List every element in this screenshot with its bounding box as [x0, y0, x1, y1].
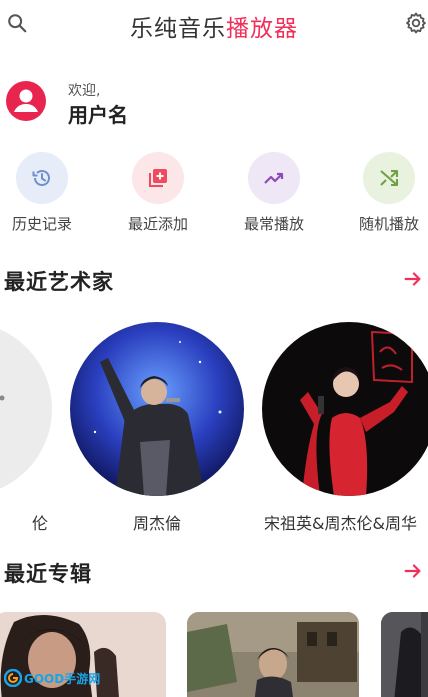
most-played-button[interactable]: 最常播放 [232, 152, 316, 234]
welcome-greeting: 欢迎, [68, 83, 101, 99]
history-button[interactable]: 历史记录 [0, 152, 84, 234]
watermark-logo: GOOD手游网 [4, 668, 100, 688]
album-cover[interactable] [381, 612, 428, 697]
welcome-card[interactable]: 欢迎, 用户名 [6, 78, 306, 127]
username-label: 用户名 [68, 103, 128, 127]
top-app-bar: 乐纯音乐播放器 [0, 0, 428, 50]
watermark-text: GOOD手游网 [24, 671, 101, 686]
shuffle-label: 随机播放 [358, 215, 419, 233]
artist-card[interactable]: 伦 [0, 322, 52, 534]
artist-photo [262, 322, 428, 496]
artist-card[interactable]: 宋祖英&周杰伦&周华 [262, 322, 428, 534]
recently-added-button[interactable]: 最近添加 [116, 152, 200, 234]
avatar-icon [6, 81, 46, 121]
artist-name: 伦 [31, 514, 48, 533]
arrow-right-icon[interactable] [402, 560, 424, 582]
most-played-label: 最常播放 [243, 215, 304, 233]
artist-photo [70, 322, 244, 496]
gear-icon[interactable] [404, 11, 428, 35]
recent-artists-header: 最近艺术家 [0, 264, 428, 296]
app-title-accent: 播放器 [226, 16, 298, 42]
arrow-right-icon[interactable] [402, 268, 424, 290]
recent-artists-title: 最近艺术家 [4, 270, 114, 294]
artists-carousel: 伦 周杰倫 宋祖英&周杰伦&周华 [0, 322, 428, 542]
shuffle-icon [363, 152, 415, 204]
app-title-main: 乐纯音乐 [130, 16, 226, 42]
quick-actions: 历史记录 最近添加 最常播放 随机播放 [0, 152, 428, 234]
app-title: 乐纯音乐播放器 [0, 9, 428, 43]
recently-added-label: 最近添加 [127, 215, 188, 233]
trending-icon [248, 152, 300, 204]
history-icon [16, 152, 68, 204]
album-cover[interactable] [187, 612, 359, 697]
artist-name: 周杰倫 [132, 514, 181, 533]
artist-placeholder-image [0, 322, 52, 496]
recently-added-icon [132, 152, 184, 204]
watermark-icon [4, 669, 22, 687]
history-label: 历史记录 [11, 215, 72, 233]
artist-card[interactable]: 周杰倫 [70, 322, 244, 534]
recent-albums-title: 最近专辑 [4, 562, 92, 586]
shuffle-button[interactable]: 随机播放 [347, 152, 428, 234]
artist-name: 宋祖英&周杰伦&周华 [264, 514, 417, 533]
recent-albums-header: 最近专辑 [0, 556, 428, 588]
